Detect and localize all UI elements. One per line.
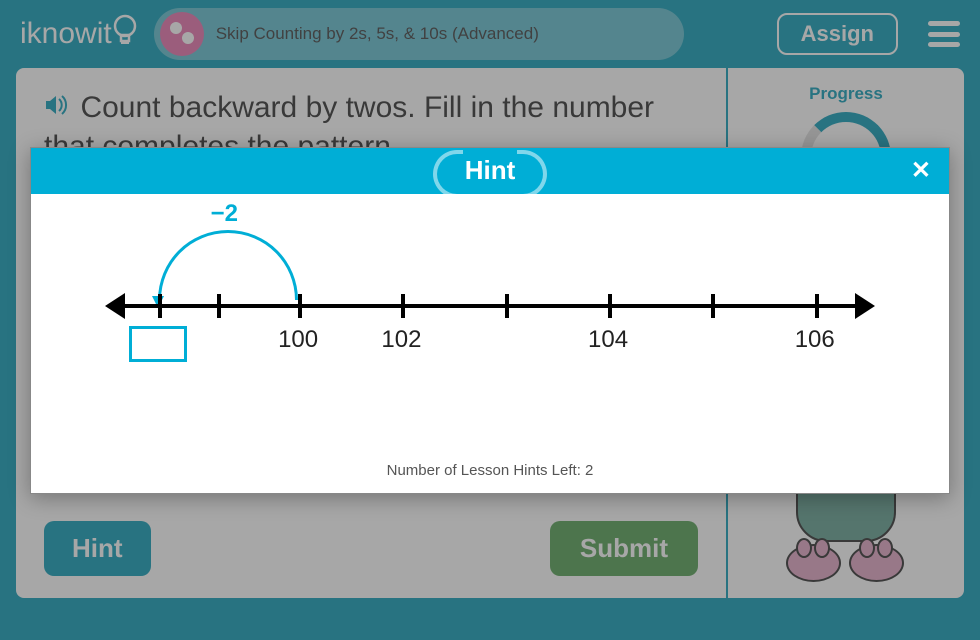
arc-label: −2 <box>211 200 238 228</box>
answer-box <box>129 326 187 362</box>
tick-mark <box>711 294 715 318</box>
tick-label: 104 <box>588 326 628 354</box>
jump-arc <box>158 230 298 300</box>
tick-mark <box>298 294 302 318</box>
modal-body: −2 100102104106 <box>31 194 949 454</box>
tick-mark <box>158 294 162 318</box>
tick-mark <box>815 294 819 318</box>
modal-title: Hint <box>447 155 534 186</box>
app-root: iknowit Skip Counting by 2s, 5s, & 10s (… <box>0 0 980 640</box>
modal-overlay[interactable]: Hint ✕ −2 100102104106 Number of Lesson … <box>0 0 980 640</box>
line-axis: 100102104106 <box>121 304 859 308</box>
tick-label: 106 <box>795 326 835 354</box>
tick-mark <box>608 294 612 318</box>
tick-mark <box>401 294 405 318</box>
arrow-left-icon <box>105 293 125 319</box>
tick-label: 102 <box>381 326 421 354</box>
arrow-right-icon <box>855 293 875 319</box>
hint-modal: Hint ✕ −2 100102104106 Number of Lesson … <box>30 147 950 494</box>
modal-header: Hint ✕ <box>31 148 949 194</box>
hints-remaining-text: Number of Lesson Hints Left: 2 <box>31 454 949 493</box>
number-line: −2 100102104106 <box>121 304 859 308</box>
tick-label: 100 <box>278 326 318 354</box>
tick-mark <box>505 294 509 318</box>
close-icon[interactable]: ✕ <box>911 156 931 185</box>
tick-mark <box>217 294 221 318</box>
